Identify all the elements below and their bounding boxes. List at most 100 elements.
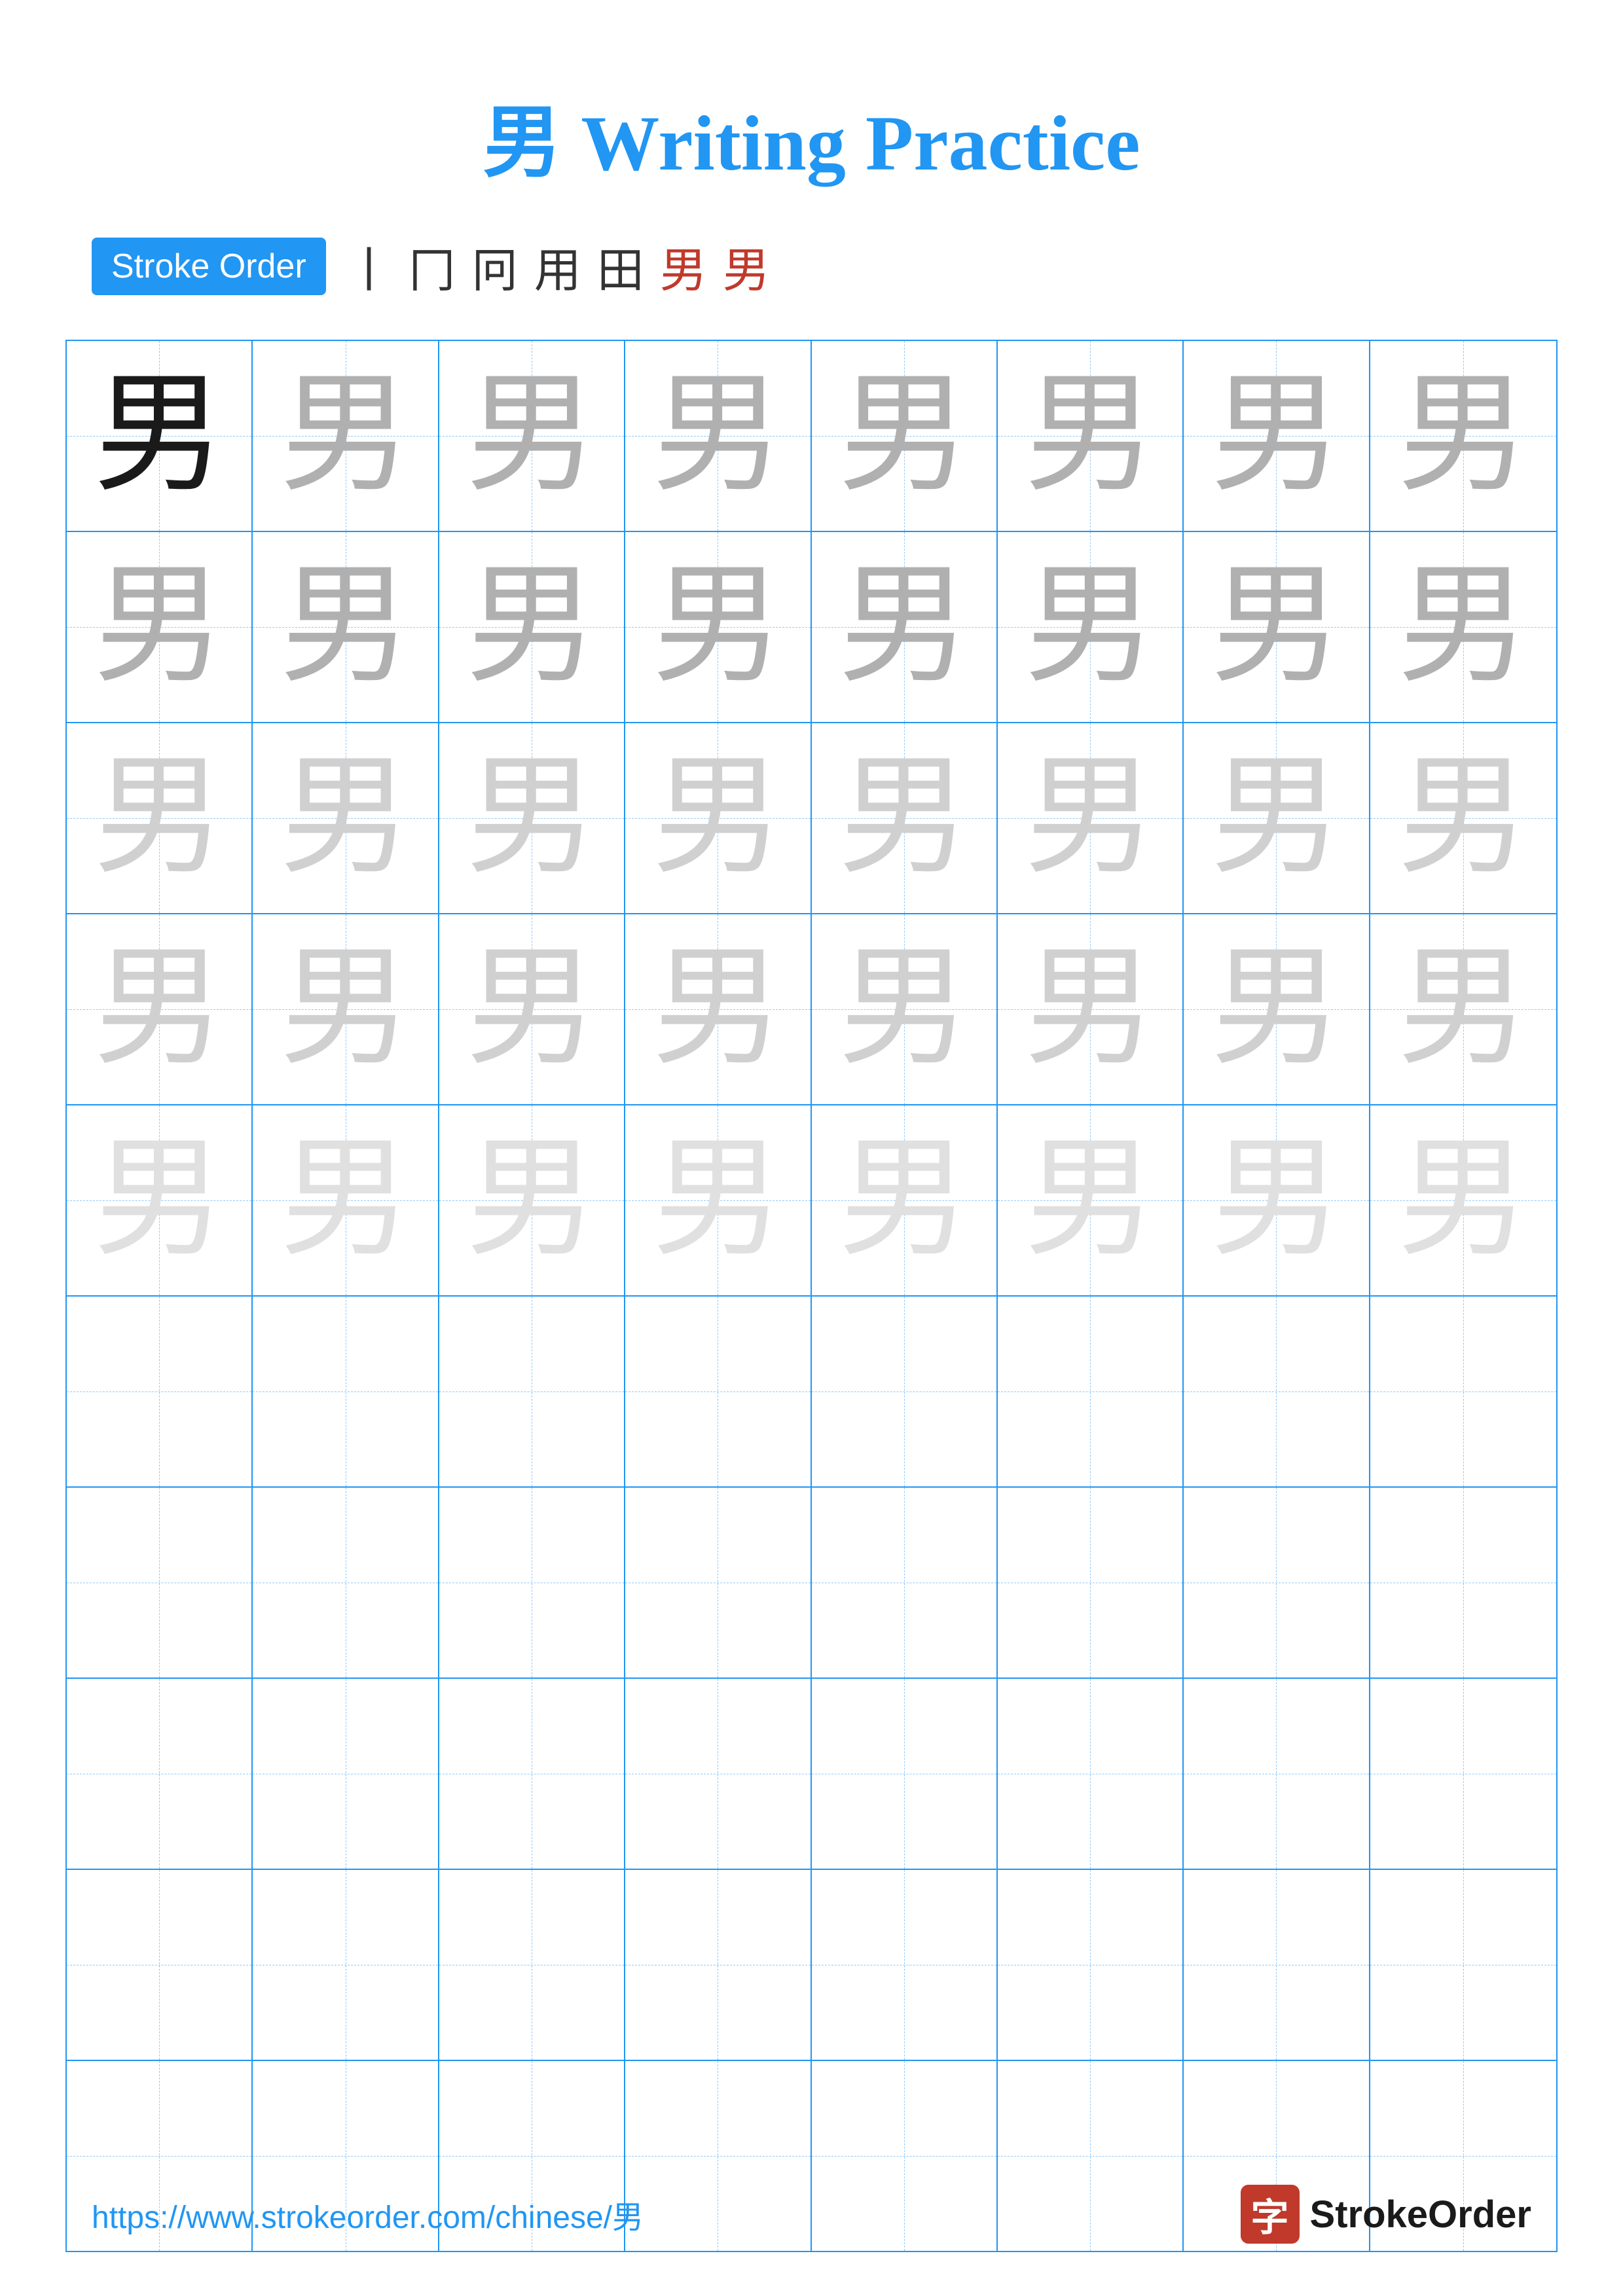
grid-cell[interactable]: 男 [998,532,1184,722]
stroke-1: 丨 [346,232,393,300]
grid-cell[interactable] [812,1679,998,1869]
grid-cell[interactable] [67,1679,253,1869]
practice-char: 男 [1025,944,1156,1075]
grid-cell[interactable]: 男 [1370,532,1556,722]
grid-cell[interactable]: 男 [1184,914,1370,1104]
grid-cell[interactable]: 男 [812,532,998,722]
practice-char: 男 [839,944,970,1075]
practice-char: 男 [652,753,783,884]
grid-cell[interactable] [625,1488,811,1677]
grid-cell[interactable]: 男 [1370,914,1556,1104]
grid-cell[interactable]: 男 [998,1105,1184,1295]
grid-cell[interactable]: 男 [1184,341,1370,531]
grid-cell[interactable]: 男 [253,532,439,722]
grid-cell[interactable] [439,1870,625,2060]
grid-cell[interactable]: 男 [1184,1105,1370,1295]
grid-cell[interactable] [1370,1488,1556,1677]
grid-cell[interactable] [998,1870,1184,2060]
practice-char: 男 [1211,753,1341,884]
grid-cell[interactable] [812,1297,998,1486]
grid-cell[interactable] [625,1870,811,2060]
practice-char: 男 [1398,562,1529,692]
grid-row [67,1297,1556,1488]
grid-cell[interactable] [1370,1297,1556,1486]
grid-cell[interactable] [625,1297,811,1486]
stroke-order-chars: 丨 冂 冋 用 田 男 男 [346,232,770,300]
grid-cell[interactable]: 男 [1184,723,1370,913]
grid-cell[interactable]: 男 [812,723,998,913]
grid-cell[interactable] [1184,1679,1370,1869]
grid-cell[interactable] [625,1679,811,1869]
grid-cell[interactable]: 男 [625,341,811,531]
practice-char: 男 [1025,370,1156,501]
grid-cell[interactable]: 男 [625,914,811,1104]
grid-cell[interactable] [253,1488,439,1677]
practice-char: 男 [94,562,225,692]
grid-cell[interactable] [1184,1297,1370,1486]
grid-cell[interactable] [67,1870,253,2060]
grid-cell[interactable]: 男 [253,723,439,913]
grid-cell[interactable] [812,1488,998,1677]
grid-cell[interactable] [439,1679,625,1869]
grid-cell[interactable]: 男 [625,723,811,913]
grid-cell[interactable]: 男 [67,723,253,913]
grid-cell[interactable] [253,1679,439,1869]
grid-cell[interactable]: 男 [998,723,1184,913]
grid-cell[interactable] [1370,1679,1556,1869]
grid-cell[interactable]: 男 [67,914,253,1104]
practice-char: 男 [652,370,783,501]
practice-char: 男 [280,370,411,501]
grid-cell[interactable]: 男 [998,914,1184,1104]
grid-cell[interactable] [998,1297,1184,1486]
grid-cell[interactable] [253,1297,439,1486]
grid-cell[interactable] [998,1679,1184,1869]
grid-cell[interactable] [998,1488,1184,1677]
practice-char: 男 [466,753,597,884]
grid-cell[interactable] [439,1488,625,1677]
stroke-2: 冂 [409,232,456,300]
grid-cell[interactable]: 男 [1370,1105,1556,1295]
practice-char: 男 [1025,753,1156,884]
grid-cell[interactable] [67,1297,253,1486]
grid-cell[interactable]: 男 [1184,532,1370,722]
grid-cell[interactable]: 男 [812,341,998,531]
footer-url[interactable]: https://www.strokeorder.com/chinese/男 [92,2191,644,2237]
grid-cell[interactable]: 男 [253,1105,439,1295]
practice-char: 男 [280,944,411,1075]
grid-cell[interactable]: 男 [439,532,625,722]
practice-char: 男 [839,753,970,884]
grid-cell[interactable] [253,1870,439,2060]
practice-char: 男 [652,1135,783,1266]
grid-cell[interactable] [812,1870,998,2060]
grid-cell[interactable]: 男 [625,1105,811,1295]
grid-cell[interactable]: 男 [998,341,1184,531]
grid-cell[interactable] [67,1488,253,1677]
grid-cell[interactable]: 男 [1370,341,1556,531]
stroke-6: 男 [660,232,707,300]
grid-cell[interactable]: 男 [812,914,998,1104]
grid-cell[interactable]: 男 [1370,723,1556,913]
grid-cell[interactable]: 男 [67,341,253,531]
grid-cell[interactable]: 男 [439,914,625,1104]
grid-cell[interactable]: 男 [439,723,625,913]
grid-cell[interactable] [439,1297,625,1486]
grid-cell[interactable] [1184,1870,1370,2060]
grid-cell[interactable]: 男 [625,532,811,722]
practice-char: 男 [1398,370,1529,501]
practice-grid: 男男男男男男男男男男男男男男男男男男男男男男男男男男男男男男男男男男男男男男男男 [65,340,1558,2252]
grid-cell[interactable]: 男 [253,341,439,531]
grid-cell[interactable]: 男 [439,341,625,531]
practice-char: 男 [839,1135,970,1266]
grid-cell[interactable]: 男 [253,914,439,1104]
grid-cell[interactable]: 男 [812,1105,998,1295]
practice-char: 男 [652,944,783,1075]
grid-cell[interactable] [1370,1870,1556,2060]
practice-char: 男 [466,370,597,501]
practice-char: 男 [94,944,225,1075]
practice-char: 男 [1211,1135,1341,1266]
grid-cell[interactable]: 男 [67,1105,253,1295]
practice-char: 男 [1211,944,1341,1075]
grid-cell[interactable]: 男 [439,1105,625,1295]
grid-cell[interactable]: 男 [67,532,253,722]
grid-cell[interactable] [1184,1488,1370,1677]
